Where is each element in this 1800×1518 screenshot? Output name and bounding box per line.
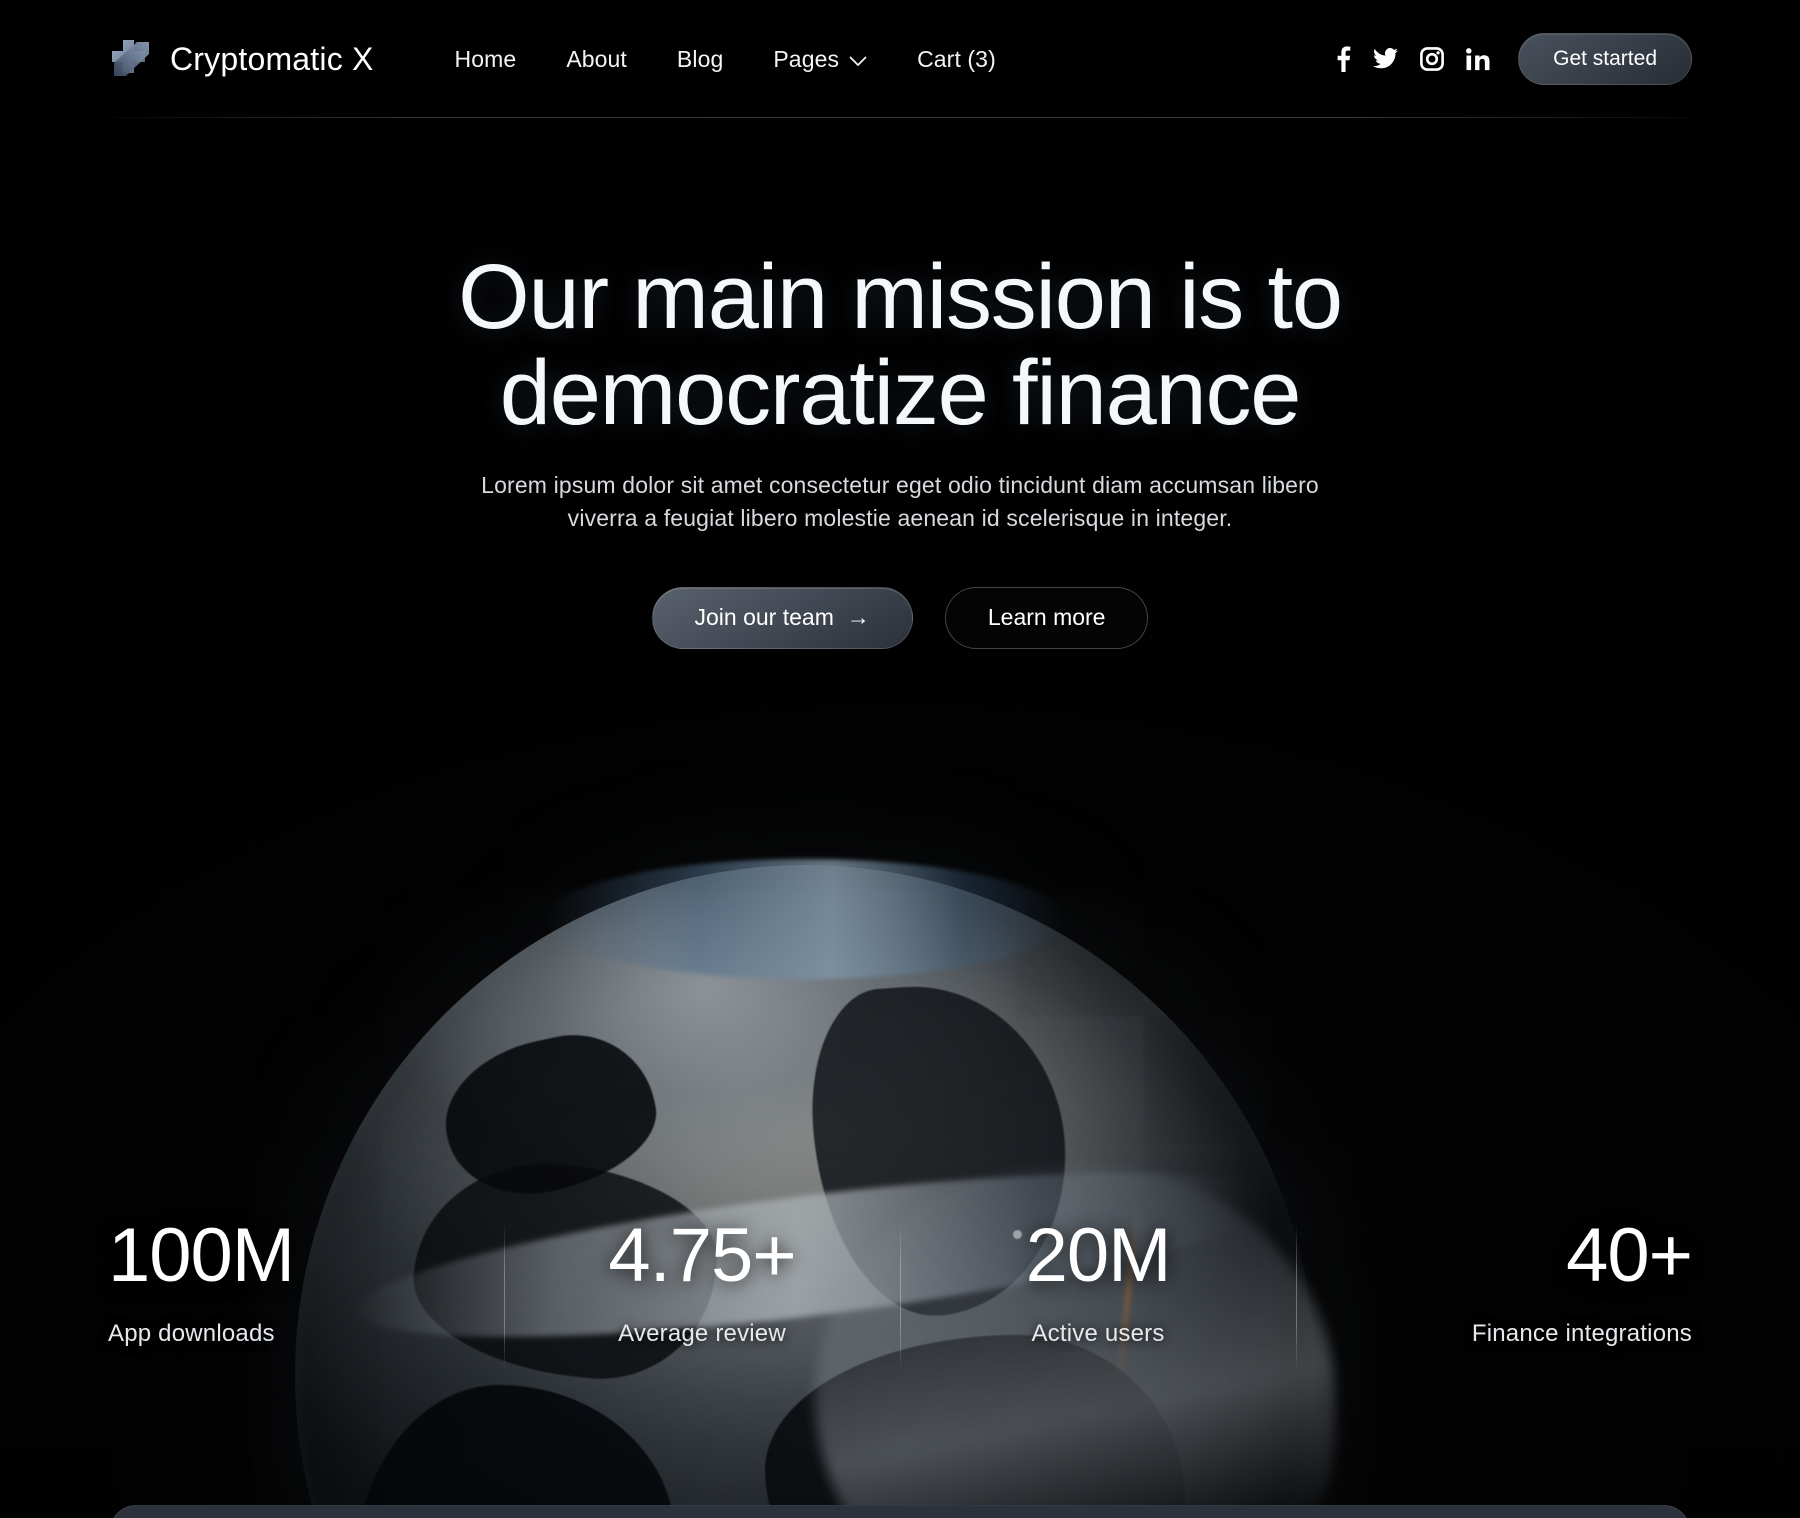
stat-value: 100M — [108, 1213, 295, 1298]
join-our-team-label: Join our team — [694, 604, 834, 631]
primary-nav: Home About Blog Pages Cart (3) — [430, 46, 1021, 73]
stat-label: Average review — [618, 1320, 786, 1347]
nav-item-blog[interactable]: Blog — [652, 46, 748, 73]
page-root: Cryptomatic X Home About Blog Pages Cart… — [0, 0, 1800, 1518]
stat-label: Finance integrations — [1471, 1320, 1692, 1347]
linkedin-icon[interactable] — [1466, 47, 1490, 71]
twitter-icon[interactable] — [1373, 48, 1399, 70]
globe-landmass — [355, 1385, 675, 1518]
page-title: Our main mission is to democratize finan… — [458, 246, 1343, 444]
brand-name: Cryptomatic X — [170, 40, 374, 77]
hero-actions: Join our team → Learn more — [651, 586, 1149, 649]
hero-section: Our main mission is to democratize finan… — [0, 246, 1800, 649]
brand-logo[interactable]: Cryptomatic X — [108, 36, 374, 82]
site-header: Cryptomatic X Home About Blog Pages Cart… — [0, 0, 1800, 118]
cross-blocks-logo-icon — [108, 36, 154, 82]
stat-label: App downloads — [108, 1320, 275, 1347]
nav-item-pages[interactable]: Pages — [748, 46, 892, 73]
hero-subtitle: Lorem ipsum dolor sit amet consectetur e… — [481, 472, 1319, 531]
stat-active-users: 20M Active users — [900, 1213, 1296, 1368]
facebook-icon[interactable] — [1335, 45, 1351, 73]
stat-label: Active users — [1031, 1320, 1165, 1347]
stat-finance-integrations: 40+ Finance integrations — [1296, 1213, 1693, 1368]
stat-app-downloads: 100M App downloads — [108, 1218, 504, 1348]
nav-item-about[interactable]: About — [541, 46, 652, 73]
instagram-icon[interactable] — [1420, 47, 1445, 71]
globe-rim-light — [545, 859, 1065, 979]
nav-item-home[interactable]: Home — [430, 46, 542, 73]
chevron-down-icon — [849, 46, 867, 73]
join-our-team-button[interactable]: Join our team → — [651, 586, 913, 649]
stat-value: 4.75+ — [608, 1213, 796, 1298]
globe-sphere — [295, 859, 1335, 1518]
globe-landmass — [431, 1019, 669, 1211]
stat-value: 20M — [1025, 1213, 1172, 1298]
stat-value: 40+ — [1566, 1213, 1693, 1298]
social-links — [1335, 45, 1490, 73]
arrow-right-icon: → — [846, 604, 870, 631]
learn-more-button[interactable]: Learn more — [944, 586, 1149, 649]
nav-item-cart[interactable]: Cart (3) — [892, 46, 1021, 73]
nav-item-pages-label: Pages — [773, 45, 840, 72]
stats-row: 100M App downloads 4.75+ Average review … — [108, 1213, 1693, 1378]
stat-average-review: 4.75+ Average review — [504, 1213, 900, 1368]
get-started-button[interactable]: Get started — [1518, 33, 1692, 85]
header-divider — [108, 117, 1692, 118]
next-section-panel — [110, 1505, 1690, 1518]
